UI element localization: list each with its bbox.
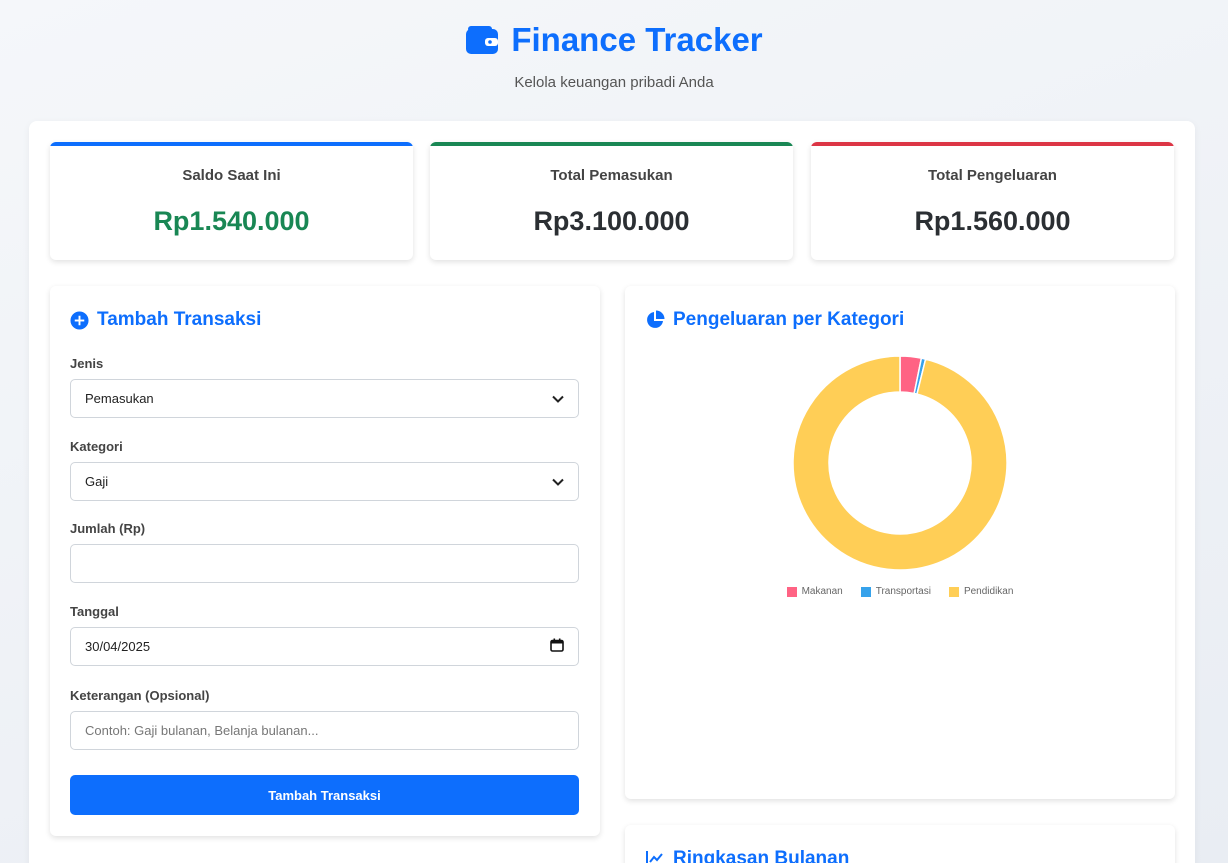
line-chart-icon bbox=[645, 849, 665, 863]
keterangan-input[interactable]: Contoh: Gaji bulanan, Belanja bulanan... bbox=[70, 711, 579, 750]
legend-swatch bbox=[786, 586, 797, 597]
add-transaction-title: Tambah Transaksi bbox=[70, 309, 261, 331]
income-value: Rp3.100.000 bbox=[533, 206, 690, 236]
jenis-select[interactable]: Pemasukan bbox=[70, 379, 579, 418]
monthly-summary-title: Ringkasan Bulanan bbox=[645, 848, 849, 863]
expense-by-category-title: Pengeluaran per Kategori bbox=[645, 309, 904, 331]
keterangan-placeholder: Contoh: Gaji bulanan, Belanja bulanan... bbox=[85, 723, 319, 738]
finance-tracker-page: Finance Tracker Kelola keuangan pribadi … bbox=[0, 0, 1228, 863]
expense-accent-bar bbox=[811, 142, 1174, 146]
plus-circle-icon bbox=[70, 310, 89, 330]
expense-by-category-title-text: Pengeluaran per Kategori bbox=[673, 309, 905, 330]
legend-item-transportasi[interactable]: Transportasi bbox=[860, 586, 931, 597]
tanggal-input-value: 30/04/2025 bbox=[85, 639, 151, 654]
add-transaction-button[interactable]: Tambah Transaksi bbox=[70, 775, 579, 815]
expense-doughnut-chart bbox=[792, 355, 1008, 571]
monthly-summary-panel: Ringkasan Bulanan bbox=[625, 825, 1175, 863]
chevron-down-icon bbox=[552, 391, 564, 406]
jenis-select-value: Pemasukan bbox=[85, 391, 154, 406]
saldo-value: Rp1.540.000 bbox=[153, 206, 310, 236]
expense-label: Total Pengeluaran bbox=[928, 167, 1057, 184]
tanggal-label: Tanggal bbox=[70, 604, 119, 619]
wallet-icon bbox=[465, 25, 499, 55]
saldo-card: Saldo Saat Ini Rp1.540.000 bbox=[50, 142, 413, 260]
income-accent-bar bbox=[430, 142, 793, 146]
jumlah-input[interactable] bbox=[70, 544, 579, 583]
legend-item-pendidikan[interactable]: Pendidikan bbox=[948, 586, 1014, 597]
chevron-down-icon bbox=[552, 474, 564, 489]
income-label: Total Pemasukan bbox=[550, 167, 673, 184]
legend-item-makanan[interactable]: Makanan bbox=[786, 586, 843, 597]
app-title: Finance Tracker bbox=[511, 21, 763, 58]
slice-pendidikan[interactable] bbox=[792, 355, 1008, 571]
expense-by-category-panel: Pengeluaran per Kategori Makanan Transpor… bbox=[625, 286, 1175, 799]
saldo-accent-bar bbox=[50, 142, 413, 146]
calendar-icon[interactable] bbox=[550, 638, 564, 655]
chart-legend: Makanan Transportasi Pendidikan bbox=[625, 586, 1175, 597]
kategori-select[interactable]: Gaji bbox=[70, 462, 579, 501]
saldo-label: Saldo Saat Ini bbox=[182, 167, 281, 184]
tanggal-input[interactable]: 30/04/2025 bbox=[70, 627, 579, 666]
pie-chart-icon bbox=[645, 310, 665, 330]
expense-value: Rp1.560.000 bbox=[914, 206, 1071, 236]
add-transaction-panel: Tambah Transaksi Jenis Pemasukan Kategor… bbox=[50, 286, 600, 836]
add-transaction-title-text: Tambah Transaksi bbox=[97, 309, 262, 330]
jumlah-label: Jumlah (Rp) bbox=[70, 521, 146, 536]
income-card: Total Pemasukan Rp3.100.000 bbox=[430, 142, 793, 260]
keterangan-label: Keterangan (Opsional) bbox=[70, 688, 210, 703]
monthly-summary-title-text: Ringkasan Bulanan bbox=[673, 848, 850, 863]
app-title-row: Finance Tracker bbox=[0, 20, 1228, 60]
legend-swatch bbox=[860, 586, 871, 597]
legend-swatch bbox=[948, 586, 959, 597]
legend-label: Pendidikan bbox=[963, 586, 1014, 597]
jenis-label: Jenis bbox=[70, 356, 104, 371]
kategori-select-value: Gaji bbox=[85, 474, 109, 489]
app-subtitle: Kelola keuangan pribadi Anda bbox=[514, 74, 714, 91]
kategori-label: Kategori bbox=[70, 439, 123, 454]
legend-label: Makanan bbox=[801, 586, 843, 597]
legend-label: Transportasi bbox=[875, 586, 931, 597]
expense-card: Total Pengeluaran Rp1.560.000 bbox=[811, 142, 1174, 260]
